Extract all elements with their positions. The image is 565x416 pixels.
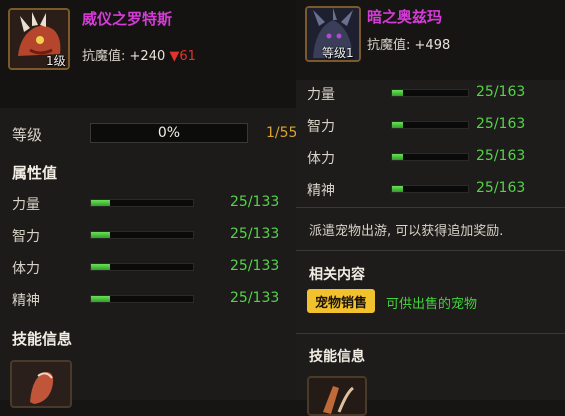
left-stat-bar-fill — [91, 200, 111, 206]
level-count: 1/55 — [266, 125, 298, 141]
left-resist-label: 抗魔值: — [82, 49, 126, 64]
right-stat-bar — [391, 153, 469, 161]
left-stat-bar — [90, 295, 194, 303]
right-pet-name: 暗之奥兹玛 — [367, 8, 443, 26]
right-stat-label: 智力 — [307, 119, 335, 135]
right-stat-bar — [391, 121, 469, 129]
right-stat-bar — [391, 185, 469, 193]
left-stat-bar — [90, 263, 194, 271]
left-stat-bar-fill — [91, 264, 111, 270]
left-stat-label: 智力 — [12, 229, 40, 245]
left-stat-value: 25/133 — [230, 290, 280, 306]
right-divider-1 — [296, 207, 565, 208]
right-stat-value: 25/163 — [476, 148, 526, 164]
expedition-description: 派遣宠物出游, 可以获得追加奖励. — [309, 224, 504, 239]
right-stat-value: 25/163 — [476, 116, 526, 132]
left-stat-bar-fill — [91, 296, 111, 302]
left-skills-title: 技能信息 — [12, 330, 73, 348]
left-stat-label: 体力 — [12, 261, 40, 277]
left-pet-name: 威仪之罗特斯 — [82, 10, 173, 28]
left-resist-value: +240 — [129, 49, 166, 64]
left-stat-bar — [90, 199, 194, 207]
right-stat-label: 精神 — [307, 183, 335, 199]
right-stat-label: 力量 — [307, 87, 335, 103]
left-resist-row: 抗魔值: +240 ▼61 — [82, 45, 196, 64]
right-resist-value: +498 — [414, 38, 451, 53]
level-label: 等级 — [12, 126, 43, 144]
level-progress-bar: 0% — [90, 123, 248, 143]
left-skill-slot[interactable] — [10, 360, 72, 408]
right-divider-2 — [296, 250, 565, 251]
right-stat-label: 体力 — [307, 151, 335, 167]
related-title: 相关内容 — [309, 267, 365, 283]
right-resist-label: 抗魔值: — [367, 38, 411, 53]
left-pet-body — [0, 108, 300, 400]
pet-sale-button[interactable]: 宠物销售 — [307, 289, 375, 313]
right-stat-bar-fill — [392, 122, 404, 128]
right-stat-bar-fill — [392, 186, 404, 192]
left-resist-down-value: 61 — [179, 49, 196, 64]
skill-icon — [309, 378, 365, 414]
right-skill-slot[interactable] — [307, 376, 367, 416]
sellable-pets-link[interactable]: 可供出售的宠物 — [386, 293, 477, 312]
skill-icon — [12, 362, 70, 406]
right-stat-value: 25/163 — [476, 180, 526, 196]
right-stat-bar-fill — [392, 154, 404, 160]
right-skills-title: 技能信息 — [309, 349, 365, 365]
right-resist-row: 抗魔值: +498 — [367, 34, 450, 53]
right-stat-value: 25/163 — [476, 84, 526, 100]
right-stat-bar-fill — [392, 90, 404, 96]
attributes-title: 属性值 — [12, 164, 58, 182]
left-stat-value: 25/133 — [230, 226, 280, 242]
left-stat-label: 精神 — [12, 293, 40, 309]
level-progress-text: 0% — [157, 125, 181, 141]
right-portrait-level: 等级1 — [322, 46, 354, 60]
down-arrow-icon: ▼ — [169, 49, 180, 64]
left-stat-label: 力量 — [12, 197, 40, 213]
right-divider-3 — [296, 333, 565, 334]
left-portrait-level: 1级 — [46, 54, 66, 68]
left-stat-bar — [90, 231, 194, 239]
right-stat-bar — [391, 89, 469, 97]
left-stat-value: 25/133 — [230, 258, 280, 274]
left-stat-value: 25/133 — [230, 194, 280, 210]
left-stat-bar-fill — [91, 232, 111, 238]
